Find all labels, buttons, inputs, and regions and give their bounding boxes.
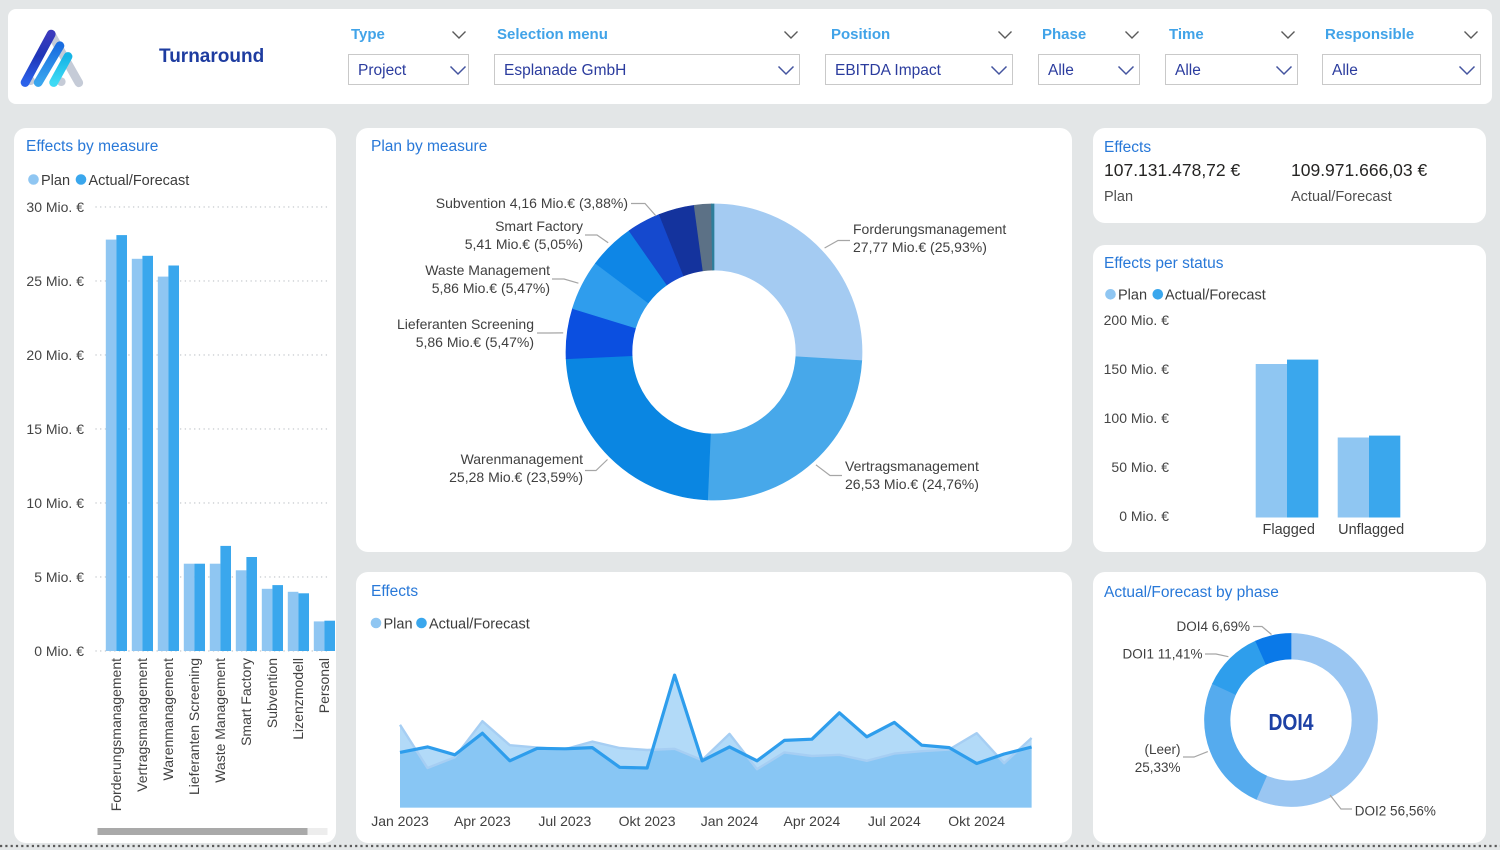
svg-text:Subvention 4,16 Mio.€ (3,88%): Subvention 4,16 Mio.€ (3,88%) [436, 195, 628, 211]
svg-text:Forderungsmanagement: Forderungsmanagement [853, 221, 1006, 237]
svg-text:Flagged: Flagged [1262, 522, 1314, 538]
svg-text:(Leer): (Leer) [1144, 742, 1180, 757]
svg-text:5 Mio. €: 5 Mio. € [34, 569, 84, 585]
svg-text:100 Mio. €: 100 Mio. € [1104, 410, 1170, 426]
svg-text:DOI4: DOI4 [1269, 709, 1314, 735]
svg-text:26,53 Mio.€ (24,76%): 26,53 Mio.€ (24,76%) [845, 476, 979, 492]
svg-text:Effects per status: Effects per status [1104, 255, 1224, 272]
svg-text:Actual/Forecast: Actual/Forecast [429, 617, 530, 633]
svg-text:Warenmanagement: Warenmanagement [160, 658, 176, 781]
svg-text:Waste Management: Waste Management [212, 658, 228, 783]
svg-text:5,86 Mio.€ (5,47%): 5,86 Mio.€ (5,47%) [432, 280, 550, 296]
svg-text:Personal: Personal [316, 658, 332, 713]
svg-text:25 Mio. €: 25 Mio. € [26, 273, 84, 289]
svg-text:Okt 2024: Okt 2024 [948, 813, 1005, 829]
svg-text:50 Mio. €: 50 Mio. € [1111, 459, 1169, 475]
svg-text:Apr 2024: Apr 2024 [783, 813, 840, 829]
svg-text:Plan: Plan [384, 617, 413, 633]
svg-text:Actual/Forecast: Actual/Forecast [89, 173, 190, 189]
svg-text:Lieferanten Screening: Lieferanten Screening [186, 658, 202, 795]
svg-text:Jan 2024: Jan 2024 [701, 813, 759, 829]
svg-text:Plan: Plan [1118, 288, 1147, 304]
svg-text:Okt 2023: Okt 2023 [619, 813, 676, 829]
svg-text:DOI4 6,69%: DOI4 6,69% [1176, 619, 1250, 634]
svg-text:20 Mio. €: 20 Mio. € [26, 347, 84, 363]
svg-text:Vertragsmanagement: Vertragsmanagement [134, 658, 150, 792]
svg-text:Plan by measure: Plan by measure [371, 138, 487, 155]
svg-text:Waste Management: Waste Management [425, 262, 550, 278]
svg-text:Vertragsmanagement: Vertragsmanagement [845, 458, 979, 474]
svg-text:Actual/Forecast: Actual/Forecast [1165, 288, 1266, 304]
svg-text:DOI1 11,41%: DOI1 11,41% [1122, 647, 1202, 662]
svg-text:Actual/Forecast by phase: Actual/Forecast by phase [1104, 584, 1279, 601]
svg-text:30 Mio. €: 30 Mio. € [26, 199, 84, 215]
svg-text:25,33%: 25,33% [1135, 760, 1181, 775]
svg-text:Lizenzmodell: Lizenzmodell [290, 658, 306, 740]
svg-text:Subvention: Subvention [264, 658, 280, 728]
svg-text:25,28 Mio.€ (23,59%): 25,28 Mio.€ (23,59%) [449, 469, 583, 485]
svg-text:10 Mio. €: 10 Mio. € [26, 495, 84, 511]
svg-text:Warenmanagement: Warenmanagement [461, 451, 584, 467]
svg-text:150 Mio. €: 150 Mio. € [1104, 361, 1170, 377]
svg-text:Jul 2024: Jul 2024 [868, 813, 921, 829]
svg-text:Forderungsmanagement: Forderungsmanagement [108, 658, 124, 811]
svg-text:200 Mio. €: 200 Mio. € [1104, 312, 1170, 328]
svg-text:15 Mio. €: 15 Mio. € [26, 421, 84, 437]
svg-text:Plan: Plan [41, 173, 70, 189]
svg-text:Jan 2023: Jan 2023 [371, 813, 429, 829]
svg-text:Unflagged: Unflagged [1338, 522, 1404, 538]
svg-text:5,41 Mio.€ (5,05%): 5,41 Mio.€ (5,05%) [465, 236, 583, 252]
svg-text:Effects: Effects [371, 583, 418, 600]
svg-text:5,86 Mio.€ (5,47%): 5,86 Mio.€ (5,47%) [416, 334, 534, 350]
svg-text:Effects by measure: Effects by measure [26, 138, 158, 155]
svg-text:Jul 2023: Jul 2023 [538, 813, 591, 829]
svg-text:DOI2 56,56%: DOI2 56,56% [1355, 804, 1436, 819]
svg-text:Smart Factory: Smart Factory [495, 218, 583, 234]
svg-text:Apr 2023: Apr 2023 [454, 813, 511, 829]
svg-text:0 Mio. €: 0 Mio. € [34, 643, 84, 659]
svg-text:0 Mio. €: 0 Mio. € [1119, 508, 1169, 524]
svg-text:27,77 Mio.€ (25,93%): 27,77 Mio.€ (25,93%) [853, 239, 987, 255]
svg-text:Smart Factory: Smart Factory [238, 658, 254, 746]
svg-text:Lieferanten Screening: Lieferanten Screening [397, 316, 534, 332]
